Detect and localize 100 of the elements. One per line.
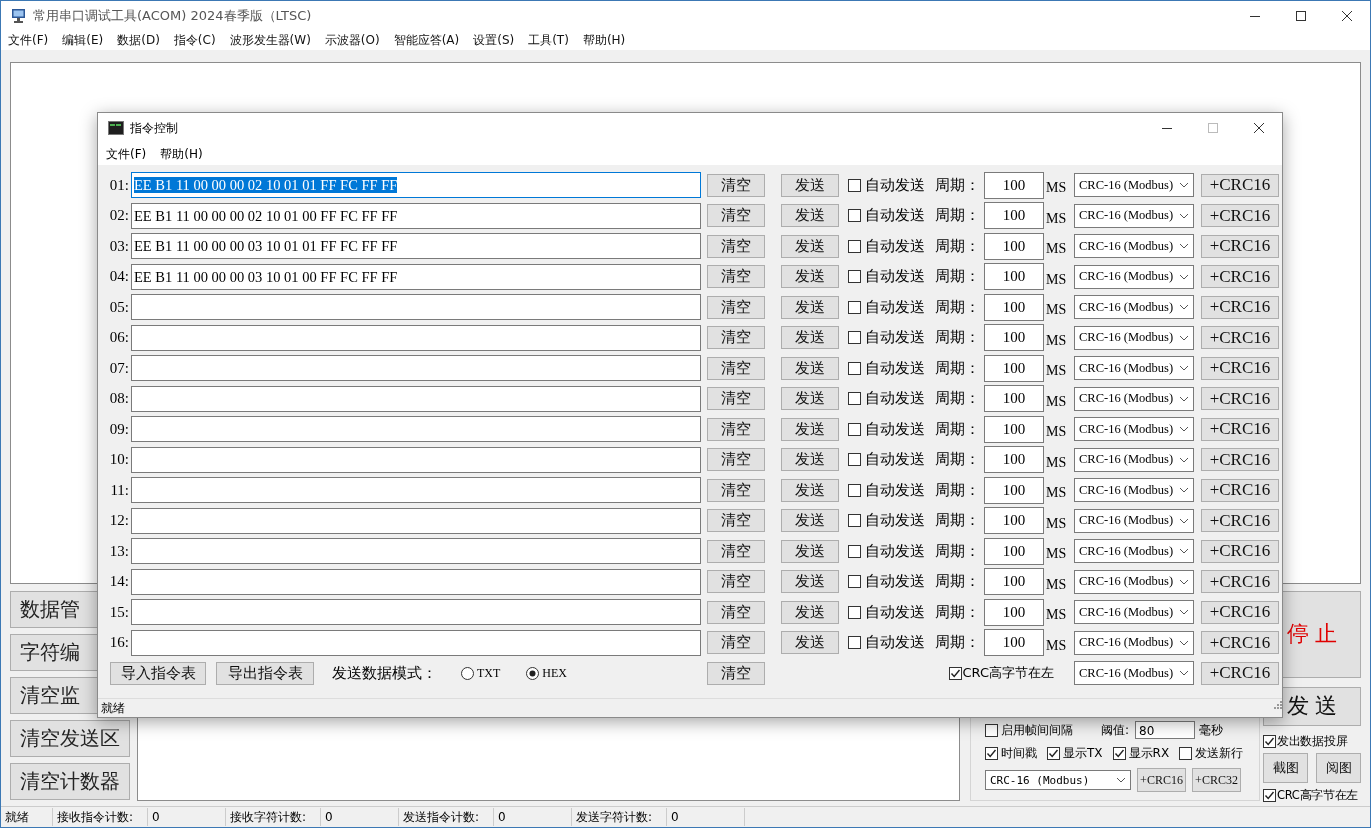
crc-button[interactable]: +CRC16 (1201, 600, 1279, 624)
period-field[interactable]: 100 (984, 507, 1044, 535)
clear-button[interactable]: 清空 (707, 631, 765, 655)
command-field[interactable]: EE B1 11 00 00 00 03 10 01 01 FF FC FF FF (131, 233, 701, 260)
close-icon[interactable] (1254, 123, 1264, 133)
command-field[interactable] (131, 324, 701, 351)
command-field[interactable] (131, 538, 701, 565)
action-button[interactable]: 清空计数器 (10, 763, 130, 800)
crc-select[interactable]: CRC-16 (Modbus) (1074, 630, 1194, 655)
checkbox[interactable] (848, 239, 861, 253)
menu-item[interactable]: 文件(F) (106, 145, 147, 163)
threshold-field[interactable]: 80 (1135, 721, 1196, 739)
checkbox[interactable] (985, 723, 998, 737)
period-field[interactable]: 100 (984, 446, 1044, 474)
crc-select[interactable]: CRC-16 (Modbus) (1074, 325, 1194, 350)
clear-button[interactable]: 清空 (707, 417, 765, 441)
checkbox[interactable] (848, 636, 861, 650)
import-button[interactable]: 导入指令表 (110, 661, 206, 685)
command-field[interactable] (131, 355, 701, 382)
crc-button[interactable]: +CRC16 (1201, 387, 1279, 411)
period-field[interactable]: 100 (984, 629, 1044, 657)
period-field[interactable]: 100 (984, 598, 1044, 626)
menu-item[interactable]: 工具(T) (528, 31, 569, 49)
period-field[interactable]: 100 (984, 293, 1044, 321)
crc-select[interactable]: CRC-16 (Modbus) (985, 770, 1131, 790)
crc-select[interactable]: CRC-16 (Modbus) (1074, 264, 1194, 289)
crc-select[interactable]: CRC-16 (Modbus) (1074, 447, 1194, 472)
crc-select[interactable]: CRC-16 (Modbus) (1074, 356, 1194, 381)
period-field[interactable]: 100 (984, 171, 1044, 199)
period-field[interactable]: 100 (984, 568, 1044, 596)
checkbox[interactable] (848, 575, 861, 589)
send-button[interactable]: 发送 (781, 234, 839, 258)
command-field[interactable] (131, 568, 701, 595)
send-button[interactable]: 发送 (781, 417, 839, 441)
menu-item[interactable]: 智能应答(A) (393, 31, 460, 49)
checkbox[interactable] (848, 331, 861, 345)
send-button[interactable]: 发送 (781, 478, 839, 502)
clear-button[interactable]: 清空 (707, 509, 765, 533)
period-field[interactable]: 100 (984, 385, 1044, 413)
crc-button[interactable]: +CRC32 (1192, 768, 1241, 792)
command-field[interactable] (131, 294, 701, 321)
send-button[interactable]: 发送 (781, 570, 839, 594)
checkbox[interactable] (949, 666, 963, 680)
clear-button[interactable]: 清空 (707, 661, 765, 685)
crc-button[interactable]: +CRC16 (1201, 661, 1279, 685)
crc-button[interactable]: +CRC16 (1201, 448, 1279, 472)
tool-button[interactable]: 阅图 (1316, 753, 1361, 783)
clear-button[interactable]: 清空 (707, 204, 765, 228)
period-field[interactable]: 100 (984, 232, 1044, 260)
checkbox[interactable] (1112, 747, 1126, 760)
clear-button[interactable]: 清空 (707, 356, 765, 380)
menu-item[interactable]: 设置(S) (473, 31, 515, 49)
send-button[interactable]: 发送 (781, 539, 839, 563)
checkbox[interactable] (848, 392, 861, 406)
checkbox[interactable] (848, 361, 861, 375)
crc-select[interactable]: CRC-16 (Modbus) (1074, 661, 1194, 686)
checkbox[interactable] (848, 453, 861, 467)
send-button[interactable]: 发送 (781, 265, 839, 289)
crc-select[interactable]: CRC-16 (Modbus) (1074, 508, 1194, 533)
send-button[interactable]: 发送 (781, 356, 839, 380)
clear-button[interactable]: 清空 (707, 448, 765, 472)
period-field[interactable]: 100 (984, 537, 1044, 565)
period-field[interactable]: 100 (984, 354, 1044, 382)
checkbox[interactable] (848, 483, 861, 497)
command-field[interactable]: EE B1 11 00 00 00 02 10 01 01 FF FC FF FF (131, 172, 701, 199)
crc-button[interactable]: +CRC16 (1201, 265, 1279, 289)
export-button[interactable]: 导出指令表 (216, 661, 314, 685)
radio-button[interactable] (526, 666, 540, 680)
crc-select[interactable]: CRC-16 (Modbus) (1074, 234, 1194, 259)
period-field[interactable]: 100 (984, 263, 1044, 291)
send-button[interactable]: 发送 (781, 387, 839, 411)
crc-button[interactable]: +CRC16 (1201, 570, 1279, 594)
crc-select[interactable]: CRC-16 (Modbus) (1074, 203, 1194, 228)
checkbox[interactable] (848, 270, 861, 284)
period-field[interactable]: 100 (984, 324, 1044, 352)
crc-button[interactable]: +CRC16 (1201, 204, 1279, 228)
crc-button[interactable]: +CRC16 (1201, 356, 1279, 380)
menu-item[interactable]: 文件(F) (8, 31, 49, 49)
clear-button[interactable]: 清空 (707, 295, 765, 319)
checkbox[interactable] (1179, 747, 1193, 760)
period-field[interactable]: 100 (984, 202, 1044, 230)
menu-item[interactable]: 波形发生器(W) (229, 31, 311, 49)
resize-grip-icon[interactable] (1272, 699, 1282, 709)
crc-select[interactable]: CRC-16 (Modbus) (1074, 386, 1194, 411)
clear-button[interactable]: 清空 (707, 387, 765, 411)
crc-button[interactable]: +CRC16 (1201, 478, 1279, 502)
radio-button[interactable] (461, 666, 474, 680)
crc-button[interactable]: +CRC16 (1201, 509, 1279, 533)
clear-button[interactable]: 清空 (707, 539, 765, 563)
send-button[interactable]: 发送 (781, 173, 839, 197)
crc-select[interactable]: CRC-16 (Modbus) (1074, 173, 1194, 198)
period-field[interactable]: 100 (984, 476, 1044, 504)
send-button[interactable]: 发送 (781, 448, 839, 472)
crc-select[interactable]: CRC-16 (Modbus) (1074, 295, 1194, 320)
crc-button[interactable]: +CRC16 (1201, 173, 1279, 197)
checkbox[interactable] (848, 178, 861, 192)
menu-item[interactable]: 数据(D) (117, 31, 160, 49)
crc-select[interactable]: CRC-16 (Modbus) (1074, 539, 1194, 564)
crc-button[interactable]: +CRC16 (1137, 768, 1186, 792)
action-button[interactable]: 清空发送区 (10, 720, 130, 757)
